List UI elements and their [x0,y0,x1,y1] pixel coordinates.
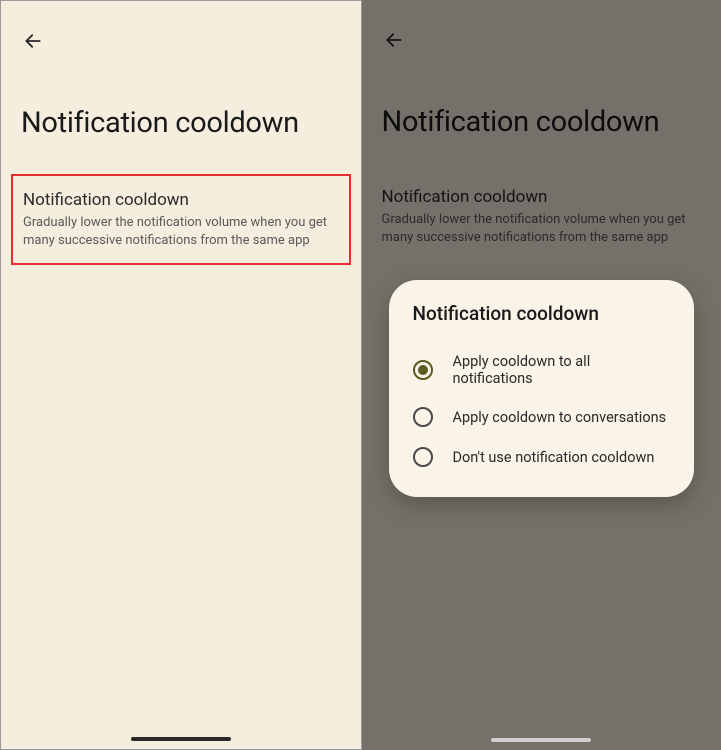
setting-description: Gradually lower the notification volume … [23,214,339,249]
cooldown-dialog: Notification cooldown Apply cooldown to … [389,280,695,497]
radio-option-none[interactable]: Don't use notification cooldown [407,437,677,477]
dialog-title: Notification cooldown [407,302,677,325]
settings-screen-left: Notification cooldown Notification coold… [0,0,362,750]
settings-screen-right: Notification cooldown Notification coold… [362,0,721,750]
navigation-handle[interactable] [491,738,591,742]
setting-title: Notification cooldown [23,190,339,210]
radio-option-all[interactable]: Apply cooldown to all notifications [407,343,677,397]
page-title: Notification cooldown [21,106,299,140]
radio-option-conversations[interactable]: Apply cooldown to conversations [407,397,677,437]
radio-icon [413,407,433,427]
navigation-handle[interactable] [131,737,231,741]
radio-icon [413,447,433,467]
radio-label: Apply cooldown to all notifications [453,353,671,387]
back-button[interactable] [21,29,45,53]
radio-label: Apply cooldown to conversations [453,409,667,426]
notification-cooldown-setting[interactable]: Notification cooldown Gradually lower th… [11,174,351,265]
arrow-left-icon [23,31,43,51]
radio-label: Don't use notification cooldown [453,449,655,466]
radio-icon [413,360,433,380]
